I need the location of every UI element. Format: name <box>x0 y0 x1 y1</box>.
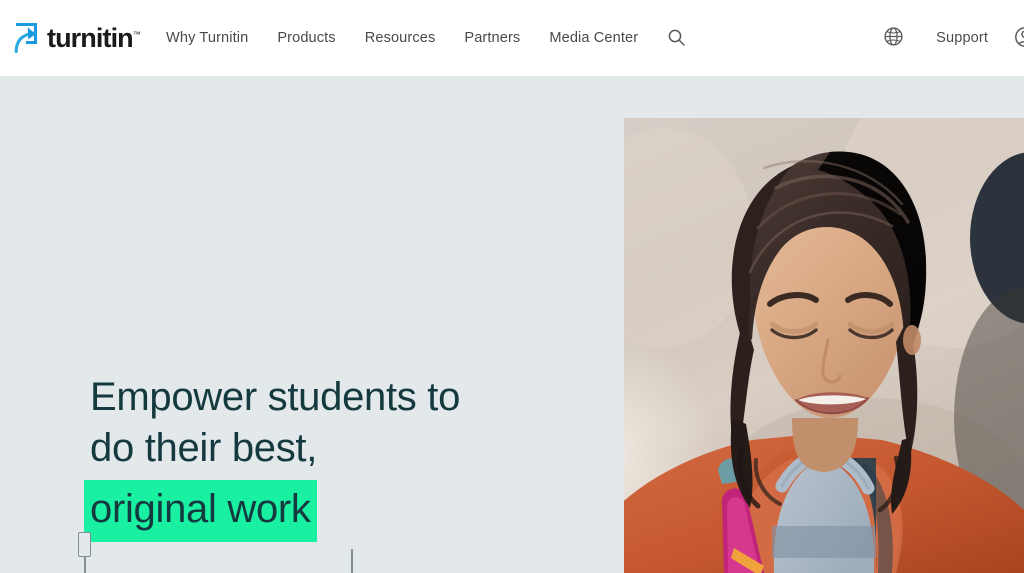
account-avatar-icon <box>1014 26 1024 51</box>
nav-item-media-center[interactable]: Media Center <box>549 30 638 46</box>
globe-icon <box>883 26 904 50</box>
hero-photo <box>624 118 1024 573</box>
nav-item-partners[interactable]: Partners <box>464 30 520 46</box>
headline-highlight: original work <box>84 480 317 542</box>
hero-section: Empower students to do their best, origi… <box>0 76 1024 573</box>
main-navigation: Why Turnitin Products Resources Partners… <box>166 0 686 76</box>
trademark-symbol: ™ <box>132 29 141 39</box>
language-selector-button[interactable] <box>883 26 904 50</box>
nav-item-why-turnitin[interactable]: Why Turnitin <box>166 30 248 46</box>
search-button[interactable] <box>667 28 686 50</box>
account-button[interactable] <box>1014 26 1024 51</box>
hero-copy: Empower students to do their best, origi… <box>78 372 560 573</box>
text-selection-start-handle[interactable] <box>78 532 91 557</box>
page-title: Empower students to do their best, origi… <box>84 372 560 542</box>
text-selection-end-bar <box>351 549 353 573</box>
headline-line-1: Empower students to <box>90 375 461 419</box>
search-icon <box>667 28 686 50</box>
nav-item-resources[interactable]: Resources <box>365 30 436 46</box>
turnitin-arrow-square-logo-icon <box>10 18 40 58</box>
turnitin-homepage: turnitin™ Why Turnitin Products Resource… <box>0 0 1024 573</box>
turnitin-logo[interactable]: turnitin™ <box>10 18 141 58</box>
nav-item-products[interactable]: Products <box>277 30 335 46</box>
support-link[interactable]: Support <box>936 30 988 46</box>
utility-navigation: Support <box>883 0 1024 76</box>
logo-wordmark: turnitin™ <box>47 22 141 53</box>
site-header: turnitin™ Why Turnitin Products Resource… <box>0 0 1024 76</box>
headline-line-2: do their best, <box>90 426 318 470</box>
